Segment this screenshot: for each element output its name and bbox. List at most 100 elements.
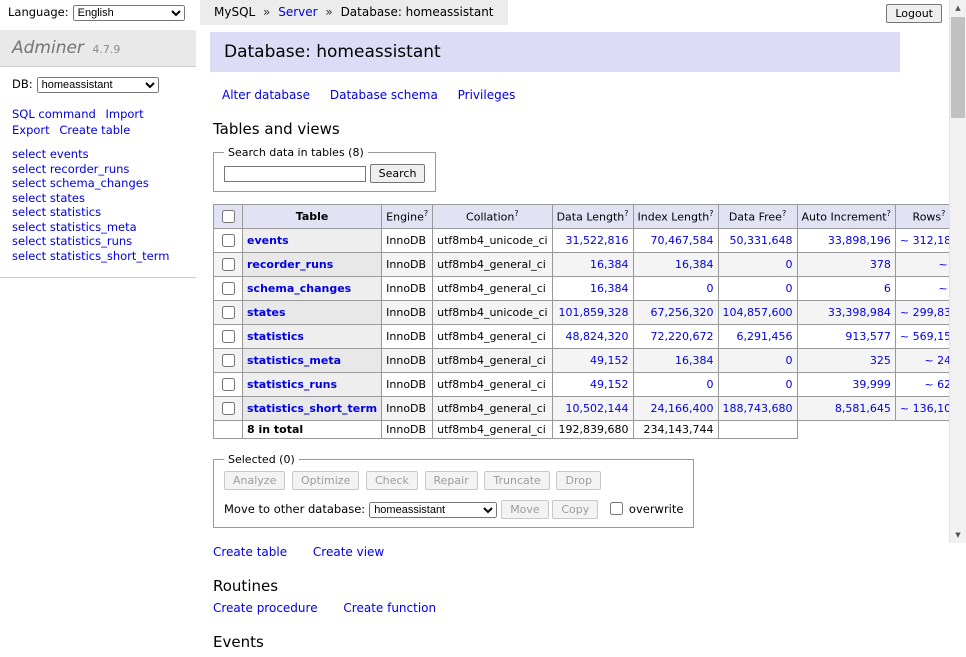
- auto-increment-link[interactable]: 913,577: [802, 330, 891, 343]
- data-free-link[interactable]: 0: [723, 258, 793, 271]
- index-length-link[interactable]: 0: [638, 378, 714, 391]
- table-name-link[interactable]: schema_changes: [247, 282, 351, 295]
- auto-increment-link[interactable]: 378: [802, 258, 891, 271]
- select-link[interactable]: select: [12, 220, 46, 234]
- overwrite-checkbox[interactable]: [610, 502, 623, 515]
- index-length-link[interactable]: 72,220,672: [638, 330, 714, 343]
- table-name-link[interactable]: statistics_meta: [247, 354, 341, 367]
- select-link[interactable]: select: [12, 191, 46, 205]
- row-checkbox[interactable]: [222, 282, 235, 295]
- auto-increment-link[interactable]: 33,898,196: [802, 234, 891, 247]
- data-length-link[interactable]: 16,384: [557, 282, 629, 295]
- data-length-link[interactable]: 16,384: [557, 258, 629, 271]
- auto-increment-link[interactable]: 39,999: [802, 378, 891, 391]
- import-link[interactable]: Import: [105, 107, 143, 121]
- auto-increment-link[interactable]: 33,398,984: [802, 306, 891, 319]
- data-free-link[interactable]: 0: [723, 282, 793, 295]
- table-link[interactable]: recorder_runs: [50, 162, 130, 176]
- sql-command-link[interactable]: SQL command: [12, 107, 96, 121]
- logout-button[interactable]: Logout: [886, 4, 942, 23]
- analyze-button[interactable]: Analyze: [224, 471, 285, 490]
- row-checkbox[interactable]: [222, 258, 235, 271]
- table-name-link[interactable]: states: [247, 306, 286, 319]
- help-link[interactable]: ?: [424, 209, 428, 218]
- create-procedure-link[interactable]: Create procedure: [213, 601, 318, 615]
- auto-increment-link[interactable]: 325: [802, 354, 891, 367]
- language-select[interactable]: English: [73, 5, 185, 21]
- move-button[interactable]: Move: [501, 500, 549, 519]
- index-length-link[interactable]: 67,256,320: [638, 306, 714, 319]
- index-length-link[interactable]: 70,467,584: [638, 234, 714, 247]
- row-checkbox[interactable]: [222, 234, 235, 247]
- adminer-logo[interactable]: Adminer: [12, 38, 84, 58]
- optimize-button[interactable]: Optimize: [292, 471, 359, 490]
- create-function-link[interactable]: Create function: [343, 601, 436, 615]
- data-length-link[interactable]: 48,824,320: [557, 330, 629, 343]
- create-table-link[interactable]: Create table: [59, 123, 130, 137]
- index-length-link[interactable]: 24,166,400: [638, 402, 714, 415]
- truncate-button[interactable]: Truncate: [484, 471, 549, 490]
- vertical-scrollbar[interactable]: ▲ ▼: [949, 0, 966, 543]
- table-link[interactable]: statistics_short_term: [50, 249, 170, 263]
- help-link[interactable]: ?: [624, 209, 628, 218]
- db-select[interactable]: homeassistant: [37, 77, 159, 93]
- check-button[interactable]: Check: [366, 471, 418, 490]
- privileges-link[interactable]: Privileges: [458, 88, 516, 102]
- repair-button[interactable]: Repair: [425, 471, 478, 490]
- data-free-link[interactable]: 0: [723, 354, 793, 367]
- select-all-checkbox[interactable]: [222, 210, 235, 223]
- table-link[interactable]: events: [50, 147, 89, 161]
- index-length-link[interactable]: 16,384: [638, 258, 714, 271]
- table-link[interactable]: states: [50, 191, 85, 205]
- export-link[interactable]: Export: [12, 123, 50, 137]
- table-link[interactable]: schema_changes: [50, 176, 149, 190]
- copy-button[interactable]: Copy: [552, 500, 598, 519]
- row-checkbox[interactable]: [222, 402, 235, 415]
- data-length-link[interactable]: 31,522,816: [557, 234, 629, 247]
- move-database-select[interactable]: homeassistant: [369, 502, 497, 518]
- help-link[interactable]: ?: [941, 209, 945, 218]
- select-link[interactable]: select: [12, 176, 46, 190]
- data-free-link[interactable]: 104,857,600: [723, 306, 793, 319]
- row-checkbox[interactable]: [222, 306, 235, 319]
- data-length-link[interactable]: 101,859,328: [557, 306, 629, 319]
- table-link[interactable]: statistics_meta: [50, 220, 137, 234]
- data-free-link[interactable]: 6,291,456: [723, 330, 793, 343]
- table-link[interactable]: statistics_runs: [50, 234, 132, 248]
- index-length-link[interactable]: 0: [638, 282, 714, 295]
- help-link[interactable]: ?: [709, 209, 713, 218]
- create-table-link[interactable]: Create table: [213, 545, 287, 559]
- select-link[interactable]: select: [12, 249, 46, 263]
- help-link[interactable]: ?: [514, 209, 518, 218]
- scrollbar-thumb[interactable]: [951, 17, 965, 118]
- drop-button[interactable]: Drop: [556, 471, 600, 490]
- table-name-link[interactable]: recorder_runs: [247, 258, 333, 271]
- auto-increment-link[interactable]: 6: [802, 282, 891, 295]
- scroll-down-icon[interactable]: ▼: [950, 527, 966, 543]
- select-link[interactable]: select: [12, 147, 46, 161]
- search-input[interactable]: [224, 166, 366, 182]
- data-free-link[interactable]: 0: [723, 378, 793, 391]
- create-view-link[interactable]: Create view: [313, 545, 384, 559]
- row-checkbox[interactable]: [222, 330, 235, 343]
- table-name-link[interactable]: statistics: [247, 330, 304, 343]
- table-name-link[interactable]: events: [247, 234, 289, 247]
- auto-increment-link[interactable]: 8,581,645: [802, 402, 891, 415]
- search-button[interactable]: Search: [370, 164, 426, 183]
- help-link[interactable]: ?: [887, 209, 891, 218]
- table-name-link[interactable]: statistics_short_term: [247, 402, 377, 415]
- data-length-link[interactable]: 49,152: [557, 354, 629, 367]
- row-checkbox[interactable]: [222, 354, 235, 367]
- table-link[interactable]: statistics: [50, 205, 101, 219]
- data-free-link[interactable]: 50,331,648: [723, 234, 793, 247]
- data-length-link[interactable]: 49,152: [557, 378, 629, 391]
- alter-database-link[interactable]: Alter database: [222, 88, 310, 102]
- table-name-link[interactable]: statistics_runs: [247, 378, 337, 391]
- help-link[interactable]: ?: [782, 209, 786, 218]
- scroll-up-icon[interactable]: ▲: [950, 0, 966, 16]
- select-link[interactable]: select: [12, 205, 46, 219]
- select-link[interactable]: select: [12, 162, 46, 176]
- data-free-link[interactable]: 188,743,680: [723, 402, 793, 415]
- database-schema-link[interactable]: Database schema: [330, 88, 438, 102]
- row-checkbox[interactable]: [222, 378, 235, 391]
